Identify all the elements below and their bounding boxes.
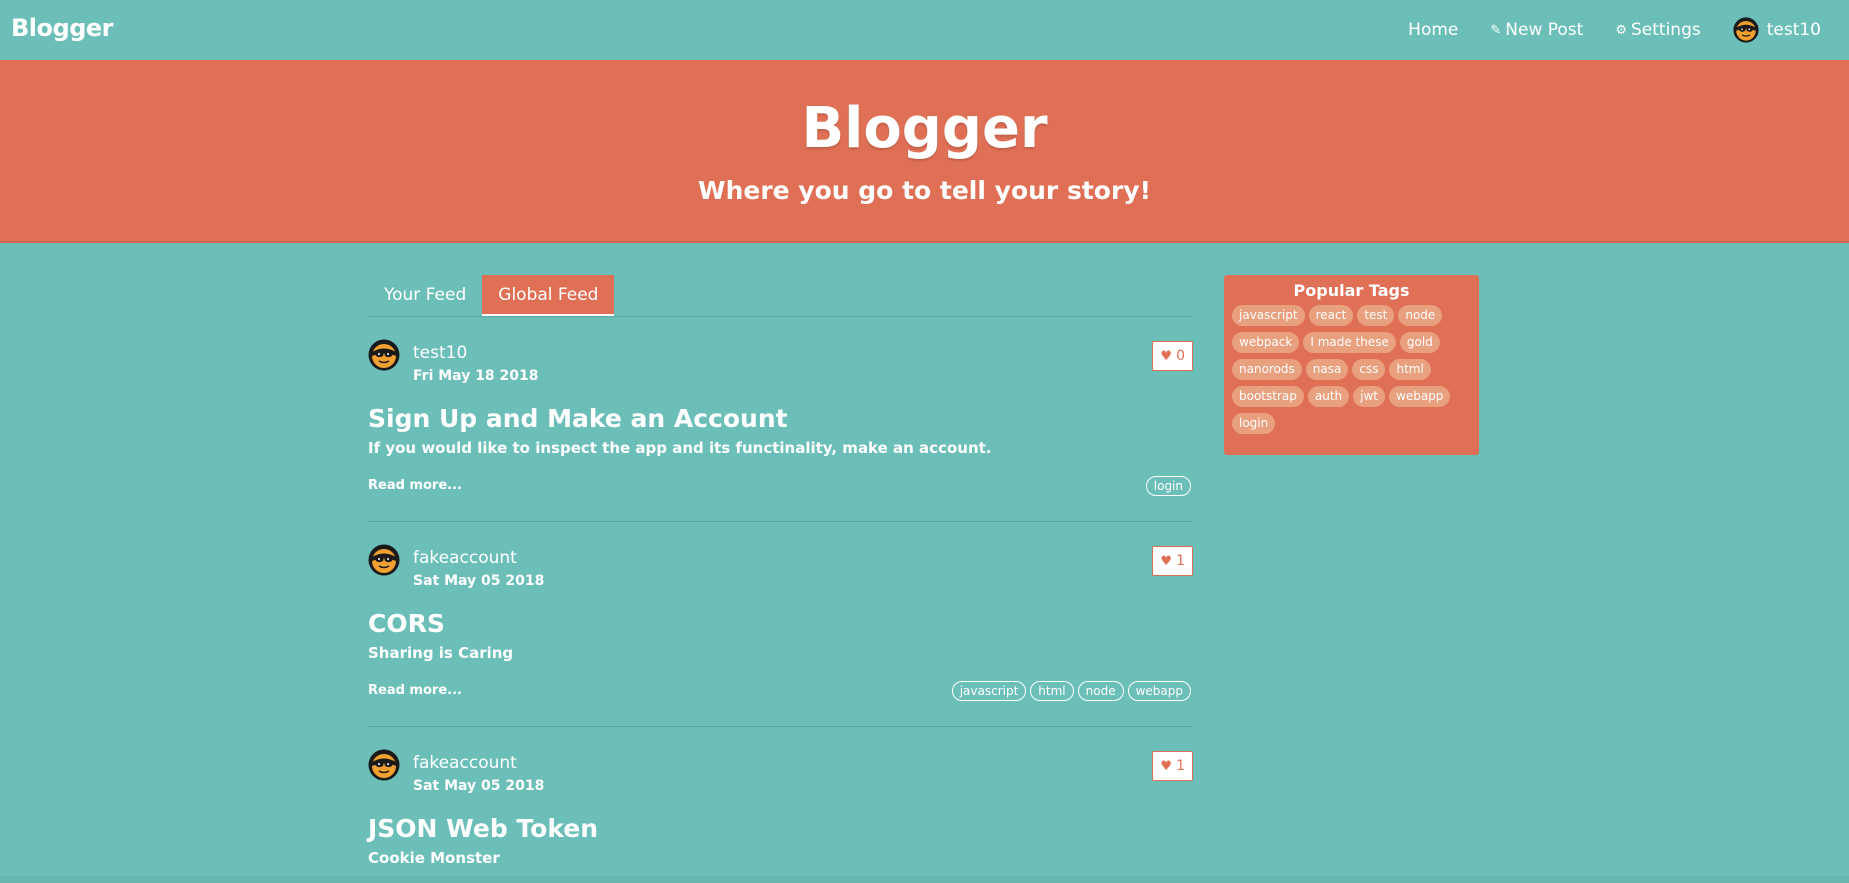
tag-pill[interactable]: node bbox=[1398, 305, 1443, 326]
like-button[interactable]: ♥ 0 bbox=[1152, 341, 1193, 371]
article-tag[interactable]: login bbox=[1145, 476, 1191, 496]
tag-pill[interactable]: javascript bbox=[1232, 305, 1305, 326]
tag-pill[interactable]: login bbox=[1232, 413, 1276, 434]
banner-title: Blogger bbox=[801, 96, 1048, 161]
nav-username: test10 bbox=[1766, 20, 1821, 40]
tag-pill[interactable]: auth bbox=[1307, 386, 1350, 407]
article-tag-list: javascript html node webapp bbox=[948, 681, 1191, 701]
article-tag[interactable]: html bbox=[1030, 681, 1074, 701]
nav-home-link[interactable]: Home bbox=[1408, 20, 1458, 40]
avatar[interactable] bbox=[368, 749, 400, 781]
tag-pill[interactable]: nanorods bbox=[1232, 359, 1302, 380]
nav-profile-link[interactable]: test10 bbox=[1733, 17, 1821, 43]
heart-icon: ♥ bbox=[1160, 758, 1173, 774]
article-title[interactable]: CORS bbox=[368, 609, 445, 638]
heart-icon: ♥ bbox=[1160, 348, 1173, 364]
navbar: Blogger Home ✎ New Post ⚙ Settings test1… bbox=[0, 0, 1849, 60]
nav-new-post-label: New Post bbox=[1505, 20, 1584, 40]
like-count: 1 bbox=[1176, 758, 1185, 774]
article-preview: fakeaccount Sat May 05 2018 ♥ 1 CORS Sha… bbox=[368, 522, 1193, 727]
avatar[interactable] bbox=[368, 339, 400, 371]
article-author[interactable]: fakeaccount bbox=[413, 548, 517, 568]
tag-pill[interactable]: css bbox=[1352, 359, 1386, 380]
read-more-link[interactable]: Read more... bbox=[368, 478, 462, 493]
article-title[interactable]: Sign Up and Make an Account bbox=[368, 404, 788, 433]
tag-pill[interactable]: react bbox=[1308, 305, 1354, 326]
like-count: 1 bbox=[1176, 553, 1185, 569]
scroll-edge-shade bbox=[0, 876, 1849, 883]
gear-icon: ⚙ bbox=[1615, 22, 1627, 38]
tag-pill[interactable]: I made these bbox=[1303, 332, 1396, 353]
nav-settings-link[interactable]: ⚙ Settings bbox=[1615, 20, 1700, 40]
banner: Blogger Where you go to tell your story! bbox=[0, 60, 1849, 243]
banner-subtitle: Where you go to tell your story! bbox=[698, 176, 1151, 205]
article-tag[interactable]: javascript bbox=[951, 681, 1027, 701]
feed-tabs: Your Feed Global Feed bbox=[368, 275, 1193, 317]
article-preview: test10 Fri May 18 2018 ♥ 0 Sign Up and M… bbox=[368, 317, 1193, 522]
article-description: If you would like to inspect the app and… bbox=[368, 439, 992, 457]
avatar[interactable] bbox=[368, 544, 400, 576]
tag-pill[interactable]: bootstrap bbox=[1232, 386, 1304, 407]
article-date: Fri May 18 2018 bbox=[413, 368, 539, 384]
like-button[interactable]: ♥ 1 bbox=[1152, 751, 1193, 781]
article-author[interactable]: fakeaccount bbox=[413, 753, 517, 773]
article-preview: fakeaccount Sat May 05 2018 ♥ 1 JSON Web… bbox=[368, 727, 1193, 876]
tab-your-feed[interactable]: Your Feed bbox=[368, 275, 482, 316]
nav-settings-label: Settings bbox=[1630, 20, 1701, 40]
article-date: Sat May 05 2018 bbox=[413, 778, 545, 794]
tag-pill[interactable]: jwt bbox=[1353, 386, 1386, 407]
article-description: Sharing is Caring bbox=[368, 644, 514, 662]
article-description: Cookie Monster bbox=[368, 849, 500, 867]
tag-pill[interactable]: test bbox=[1357, 305, 1395, 326]
tag-pill[interactable]: webpack bbox=[1232, 332, 1300, 353]
nav-home-label: Home bbox=[1408, 20, 1459, 40]
brand-logo[interactable]: Blogger bbox=[11, 14, 113, 42]
like-button[interactable]: ♥ 1 bbox=[1152, 546, 1193, 576]
nav-new-post-link[interactable]: ✎ New Post bbox=[1490, 20, 1583, 40]
heart-icon: ♥ bbox=[1160, 553, 1173, 569]
article-author[interactable]: test10 bbox=[413, 343, 467, 363]
avatar bbox=[1733, 17, 1759, 43]
tag-pill[interactable]: webapp bbox=[1389, 386, 1451, 407]
like-count: 0 bbox=[1176, 348, 1185, 364]
sidebar-title: Popular Tags bbox=[1293, 281, 1410, 300]
tag-cloud: javascript react test node webpack I mad… bbox=[1232, 305, 1471, 440]
tag-pill[interactable]: html bbox=[1389, 359, 1431, 380]
nav-links: Home ✎ New Post ⚙ Settings test10 bbox=[1376, 17, 1821, 43]
popular-tags-sidebar: Popular Tags javascript react test node … bbox=[1224, 275, 1479, 455]
tag-pill[interactable]: nasa bbox=[1305, 359, 1349, 380]
article-title[interactable]: JSON Web Token bbox=[368, 814, 598, 843]
tab-global-feed[interactable]: Global Feed bbox=[482, 275, 615, 316]
article-date: Sat May 05 2018 bbox=[413, 573, 545, 589]
article-tag-list: login bbox=[1142, 476, 1191, 496]
read-more-link[interactable]: Read more... bbox=[368, 683, 462, 698]
article-tag[interactable]: webapp bbox=[1127, 681, 1191, 701]
edit-icon: ✎ bbox=[1490, 22, 1502, 38]
tag-pill[interactable]: gold bbox=[1399, 332, 1440, 353]
article-tag[interactable]: node bbox=[1077, 681, 1124, 701]
